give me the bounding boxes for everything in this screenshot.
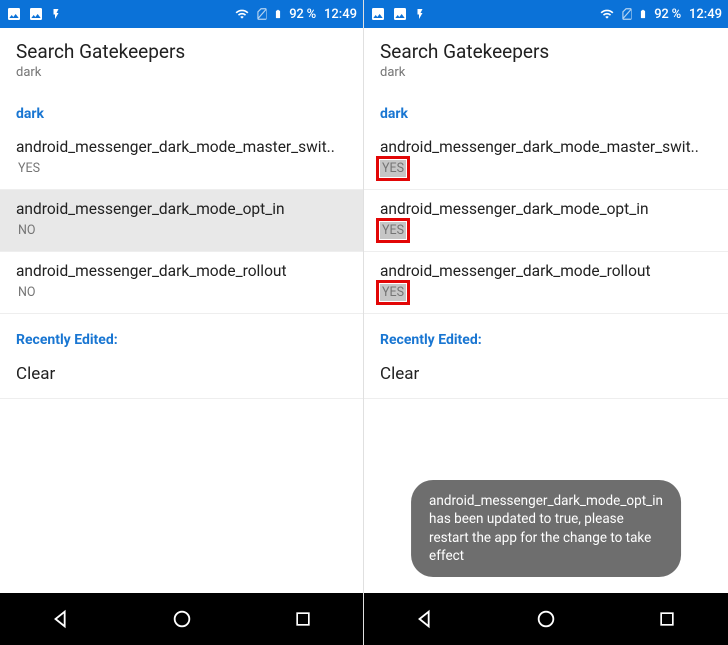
gatekeeper-item[interactable]: android_messenger_dark_mode_opt_in YES	[364, 190, 728, 252]
phone-right: 92 % 12:49 Search Gatekeepers dark dark …	[364, 0, 728, 645]
gatekeeper-item[interactable]: android_messenger_dark_mode_rollout YES	[364, 252, 728, 314]
gatekeeper-item[interactable]: android_messenger_dark_mode_rollout NO	[0, 252, 363, 314]
wifi-icon	[233, 7, 251, 21]
search-placeholder: Search Gatekeepers	[16, 40, 347, 63]
wifi-icon	[598, 7, 616, 21]
clear-button[interactable]: Clear	[364, 354, 728, 399]
gatekeeper-title: android_messenger_dark_mode_opt_in	[380, 200, 712, 218]
home-button[interactable]	[518, 599, 574, 639]
section-label: dark	[364, 88, 728, 128]
gatekeeper-value: NO	[16, 284, 38, 301]
gatekeeper-value: YES	[380, 284, 406, 301]
section-label: dark	[0, 88, 363, 128]
toast-message: android_messenger_dark_mode_opt_in has b…	[411, 480, 681, 577]
bolt-icon	[50, 6, 62, 22]
sim-icon	[255, 6, 269, 22]
gatekeeper-value: YES	[380, 160, 406, 177]
search-placeholder: Search Gatekeepers	[380, 40, 712, 63]
status-bar: 92 % 12:49	[0, 0, 363, 28]
battery-icon	[273, 6, 283, 22]
search-query: dark	[16, 65, 347, 80]
clear-button[interactable]: Clear	[0, 354, 363, 399]
gatekeeper-value: NO	[16, 222, 38, 239]
nav-bar	[364, 593, 728, 645]
gatekeeper-item[interactable]: android_messenger_dark_mode_master_swit.…	[0, 128, 363, 190]
gatekeeper-value: YES	[16, 160, 42, 177]
sim-icon	[620, 6, 634, 22]
gatekeeper-title: android_messenger_dark_mode_opt_in	[16, 200, 347, 218]
clock-text: 12:49	[324, 7, 357, 22]
bolt-icon	[414, 6, 426, 22]
gatekeeper-title: android_messenger_dark_mode_master_swit.…	[380, 138, 712, 156]
phone-left: 92 % 12:49 Search Gatekeepers dark dark …	[0, 0, 364, 645]
search-area[interactable]: Search Gatekeepers dark	[0, 28, 363, 88]
search-area[interactable]: Search Gatekeepers dark	[364, 28, 728, 88]
recently-edited-label: Recently Edited:	[0, 314, 363, 354]
image-icon	[6, 6, 22, 22]
gatekeeper-title: android_messenger_dark_mode_master_swit.…	[16, 138, 347, 156]
gatekeeper-title: android_messenger_dark_mode_rollout	[380, 262, 712, 280]
image-icon	[28, 6, 44, 22]
gatekeeper-item[interactable]: android_messenger_dark_mode_opt_in NO	[0, 190, 363, 252]
search-query: dark	[380, 65, 712, 80]
back-button[interactable]	[397, 599, 453, 639]
battery-icon	[638, 6, 648, 22]
gatekeeper-item[interactable]: android_messenger_dark_mode_master_swit.…	[364, 128, 728, 190]
recents-button[interactable]	[275, 599, 331, 639]
back-button[interactable]	[33, 599, 89, 639]
home-button[interactable]	[154, 599, 210, 639]
clock-text: 12:49	[689, 7, 722, 22]
recently-edited-label: Recently Edited:	[364, 314, 728, 354]
battery-text: 92 %	[289, 7, 316, 22]
image-icon	[370, 6, 386, 22]
battery-text: 92 %	[654, 7, 681, 22]
gatekeeper-value: YES	[380, 222, 406, 239]
nav-bar	[0, 593, 363, 645]
recents-button[interactable]	[639, 599, 695, 639]
gatekeeper-title: android_messenger_dark_mode_rollout	[16, 262, 347, 280]
status-bar: 92 % 12:49	[364, 0, 728, 28]
image-icon	[392, 6, 408, 22]
